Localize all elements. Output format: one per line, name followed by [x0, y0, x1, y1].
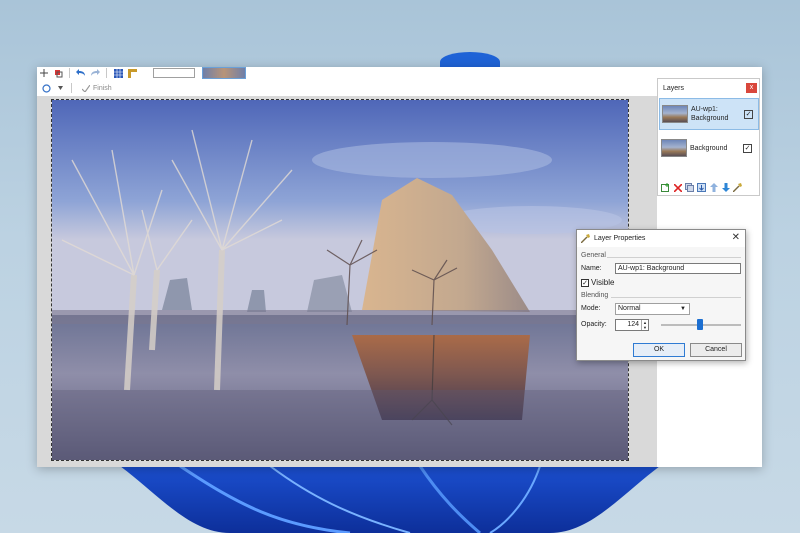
layer-properties-icon[interactable]	[733, 183, 742, 192]
blend-mode-select[interactable]: Normal ▼	[615, 303, 690, 315]
finish-label: Finish	[93, 84, 112, 92]
name-label: Name:	[581, 265, 602, 272]
toolbar-separator	[69, 68, 70, 78]
opacity-slider-thumb[interactable]	[697, 319, 703, 330]
finish-button[interactable]: Finish	[82, 84, 112, 92]
dialog-title: Layer Properties	[594, 235, 646, 242]
layer-thumbnail	[662, 105, 688, 123]
opacity-label: Opacity:	[581, 321, 607, 328]
shape-icon[interactable]	[41, 83, 51, 93]
layers-close-button[interactable]: x	[746, 83, 757, 93]
wallpaper-bloom	[120, 466, 660, 533]
ok-button[interactable]: OK	[633, 343, 685, 357]
ruler-icon[interactable]	[127, 68, 137, 78]
image-tab-thumbnail[interactable]	[202, 67, 246, 79]
move-layer-up-icon[interactable]	[709, 183, 718, 192]
main-toolbar	[37, 67, 657, 79]
opacity-value: 124	[627, 321, 639, 328]
layers-panel-title: Layers	[663, 85, 685, 92]
toolbar-separator	[71, 83, 72, 93]
checkmark-icon	[82, 84, 90, 92]
blend-mode-value: Normal	[618, 305, 641, 312]
delete-layer-icon[interactable]	[673, 183, 682, 192]
layer-thumbnail	[661, 139, 687, 157]
dialog-title-bar[interactable]: Layer Properties ✕	[577, 230, 745, 247]
undo-icon[interactable]	[76, 68, 86, 78]
layer-properties-dialog: Layer Properties ✕ General Name: AU-wp1:…	[576, 229, 746, 361]
redo-icon[interactable]	[90, 68, 100, 78]
grid-icon[interactable]	[113, 68, 123, 78]
add-icon[interactable]	[39, 68, 49, 78]
group-divider	[611, 297, 741, 298]
chevron-down-icon[interactable]	[55, 83, 65, 93]
blending-group-label: Blending	[581, 292, 609, 299]
opacity-stepper[interactable]: 124 ▲ ▼	[615, 319, 649, 331]
zoom-field[interactable]	[153, 68, 195, 78]
duplicate-layer-icon[interactable]	[685, 183, 694, 192]
tool-options-bar: Finish	[37, 80, 657, 96]
general-group-label: General	[581, 252, 606, 259]
layers-panel: Layers x AU-wp1: Background ✓ Background…	[657, 78, 760, 196]
merge-layer-icon[interactable]	[697, 183, 706, 192]
visible-label: Visible	[591, 278, 615, 287]
close-icon[interactable]: ✕	[732, 232, 740, 243]
layers-toolbar	[661, 183, 742, 192]
layer-visibility-checkbox[interactable]: ✓	[743, 143, 752, 153]
spin-arrows-icon[interactable]: ▲ ▼	[641, 320, 648, 330]
visible-checkbox-row[interactable]: ✓ Visible	[581, 278, 614, 287]
mode-label: Mode:	[581, 305, 601, 312]
add-layer-icon[interactable]	[661, 183, 670, 192]
cancel-button[interactable]: Cancel	[690, 343, 742, 357]
layer-row[interactable]: Background ✓	[659, 132, 759, 164]
layer-name: Background	[690, 144, 728, 152]
group-divider	[607, 257, 741, 258]
layer-name-input[interactable]: AU-wp1: Background	[615, 263, 741, 274]
canvas-area[interactable]	[37, 96, 657, 467]
layer-name: AU-wp1: Background	[691, 106, 729, 122]
chevron-down-icon: ▼	[680, 306, 686, 312]
layer-visibility-checkbox[interactable]: ✓	[744, 109, 753, 119]
cut-icon[interactable]	[53, 68, 63, 78]
toolbar-separator	[106, 68, 107, 78]
layer-row[interactable]: AU-wp1: Background ✓	[659, 98, 759, 130]
visible-checkbox[interactable]: ✓	[581, 278, 589, 287]
canvas-image[interactable]	[51, 99, 629, 461]
layer-properties-icon	[581, 234, 590, 243]
move-layer-down-icon[interactable]	[721, 183, 730, 192]
